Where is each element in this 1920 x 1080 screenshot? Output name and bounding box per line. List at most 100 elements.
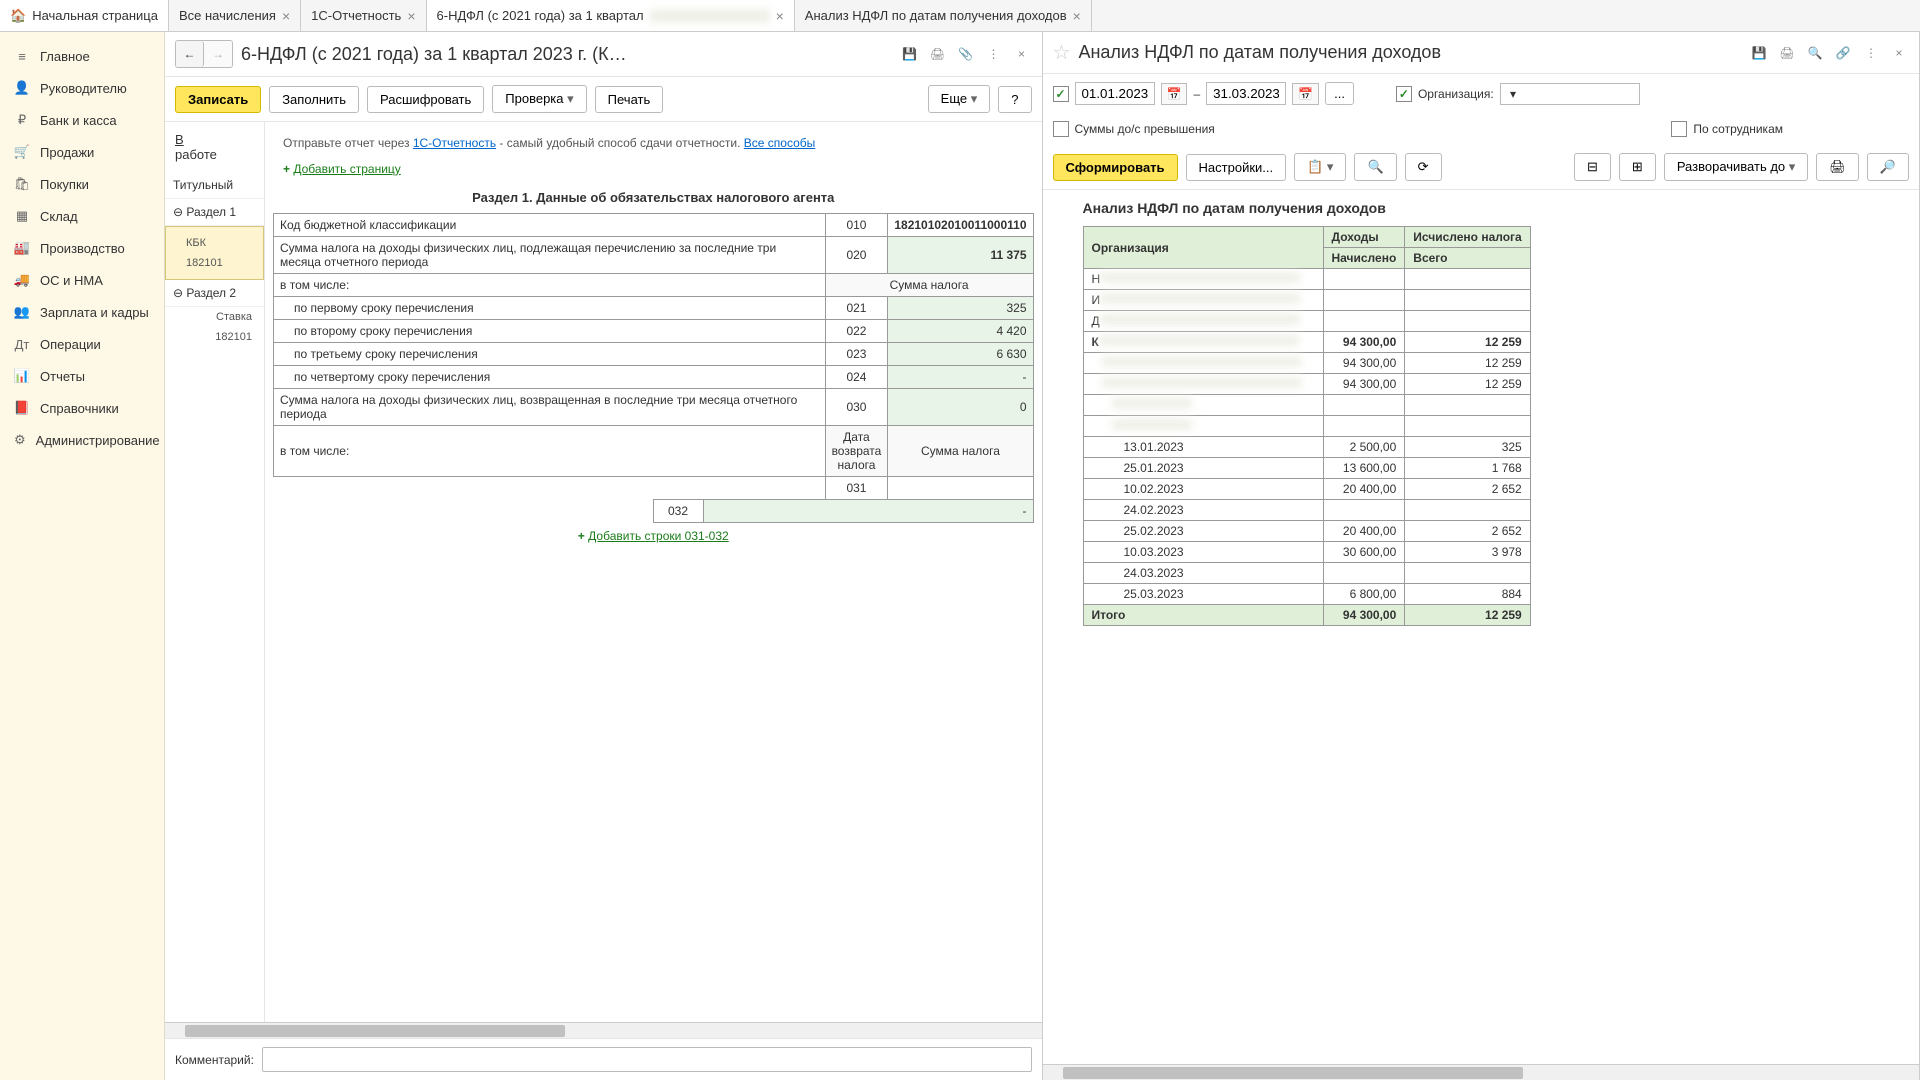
search-icon[interactable]: 🔍 <box>1805 43 1825 63</box>
sidebar-item-assets[interactable]: 🚚ОС и НМА <box>0 264 164 296</box>
tab-reporting[interactable]: 1С-Отчетность × <box>301 0 426 31</box>
col-accrued: Начислено <box>1323 248 1405 269</box>
cell-code: 030 <box>825 389 888 426</box>
more-button[interactable]: Еще <box>928 85 991 113</box>
tab-title-page[interactable]: Титульный <box>165 172 264 199</box>
tab-section1[interactable]: ⊖ Раздел 1 <box>165 199 264 226</box>
sidebar-item-reports[interactable]: 📊Отчеты <box>0 360 164 392</box>
sidebar-label: ОС и НМА <box>40 273 103 288</box>
print-button[interactable]: Печать <box>595 86 664 113</box>
print-icon[interactable]: 🖨 <box>928 44 948 64</box>
help-button[interactable]: ? <box>998 86 1031 113</box>
attach-icon[interactable]: 📎 <box>956 44 976 64</box>
checkbox-org[interactable] <box>1396 86 1412 102</box>
nav-back-button[interactable]: ← <box>176 41 204 67</box>
print-button[interactable]: 🖨 <box>1816 153 1859 181</box>
cell-value[interactable]: 18210102010011000110 <box>888 214 1033 237</box>
link-icon[interactable]: 🔗 <box>1833 43 1853 63</box>
sidebar-item-warehouse[interactable]: ▦Склад <box>0 200 164 232</box>
cell-value[interactable]: 11 375 <box>888 237 1033 274</box>
decrypt-button[interactable]: Расшифровать <box>367 86 484 113</box>
preview-button[interactable]: 🔎 <box>1867 153 1909 181</box>
comment-label: Комментарий: <box>175 1053 254 1067</box>
sidebar-item-directories[interactable]: 📕Справочники <box>0 392 164 424</box>
settings-button[interactable]: Настройки... <box>1186 154 1287 181</box>
save-icon[interactable]: 💾 <box>900 44 920 64</box>
write-button[interactable]: Записать <box>175 86 261 113</box>
cell-code: 024 <box>825 366 888 389</box>
fill-button[interactable]: Заполнить <box>269 86 359 113</box>
tab-analysis[interactable]: Анализ НДФЛ по датам получения доходов × <box>795 0 1092 31</box>
tab-section2[interactable]: ⊖ Раздел 2 <box>165 280 264 307</box>
close-icon[interactable]: × <box>407 8 415 24</box>
generate-button[interactable]: Сформировать <box>1053 154 1178 181</box>
cell-value[interactable]: - <box>703 500 1033 523</box>
scrollbar-horizontal[interactable] <box>1043 1064 1920 1080</box>
cell-label: в том числе: <box>274 426 826 477</box>
checkbox-employees[interactable] <box>1671 121 1687 137</box>
more-icon[interactable]: ⋮ <box>1861 43 1881 63</box>
sidebar-label: Производство <box>40 241 125 256</box>
add-rows-link[interactable]: + Добавить строки 031-032 <box>273 523 1034 549</box>
close-icon[interactable]: × <box>1889 43 1909 63</box>
sidebar-item-bank[interactable]: ₽Банк и касса <box>0 104 164 136</box>
link-1c-reporting[interactable]: 1С-Отчетность <box>413 136 496 150</box>
data-table-2: 032- <box>273 499 1034 523</box>
print-icon[interactable]: 🖨 <box>1777 43 1797 63</box>
add-page-link[interactable]: + Добавить страницу <box>273 156 1034 182</box>
check-button[interactable]: Проверка <box>492 85 586 113</box>
close-icon[interactable]: × <box>1073 8 1081 24</box>
tab-label: Все начисления <box>179 8 276 23</box>
cell-value[interactable]: 0 <box>888 389 1033 426</box>
expand-button[interactable]: ⊞ <box>1619 153 1656 181</box>
cell-value[interactable]: 4 420 <box>888 320 1033 343</box>
cell-date: 24.02.2023 <box>1083 500 1323 521</box>
scrollbar-horizontal[interactable] <box>165 1022 1042 1038</box>
sidebar-label: Банк и касса <box>40 113 117 128</box>
period-button[interactable]: ... <box>1325 82 1354 105</box>
link-all-methods[interactable]: Все способы <box>744 136 816 150</box>
tab-home[interactable]: 🏠 Начальная страница <box>0 0 169 31</box>
cell-value[interactable]: 325 <box>888 297 1033 320</box>
expand-to-button[interactable]: Разворачивать до <box>1664 153 1808 181</box>
cell-code[interactable]: 031 <box>825 477 888 500</box>
nav-forward-button[interactable]: → <box>204 41 232 67</box>
cell-value[interactable]: 6 630 <box>888 343 1033 366</box>
tab-accruals[interactable]: Все начисления × <box>169 0 301 31</box>
comment-input[interactable] <box>262 1047 1032 1072</box>
cell-label: по первому сроку перечисления <box>274 297 826 320</box>
checkbox-period[interactable] <box>1053 86 1069 102</box>
sidebar-item-purchases[interactable]: 🛍Покупки <box>0 168 164 200</box>
calendar-icon[interactable]: 📅 <box>1292 83 1319 105</box>
sidebar-item-production[interactable]: 🏭Производство <box>0 232 164 264</box>
cell-code: 020 <box>825 237 888 274</box>
sidebar-item-admin[interactable]: ⚙Администрирование <box>0 424 164 456</box>
find-button[interactable]: 🔍 <box>1354 153 1396 181</box>
save-settings-button[interactable]: 📋 <box>1294 153 1346 181</box>
sidebar-item-operations[interactable]: ДтОперации <box>0 328 164 360</box>
date-to-input[interactable] <box>1206 82 1286 105</box>
collapse-button[interactable]: ⊟ <box>1574 153 1611 181</box>
star-icon[interactable]: ☆ <box>1053 40 1071 65</box>
close-icon[interactable]: × <box>282 8 290 24</box>
sidebar-item-sales[interactable]: 🛒Продажи <box>0 136 164 168</box>
report-table: Организация Доходы Исчислено налога Начи… <box>1083 226 1531 626</box>
org-select[interactable]: ▾ <box>1500 83 1640 105</box>
cell-code: 021 <box>825 297 888 320</box>
cell-code: 032 <box>653 500 703 523</box>
sidebar-item-main[interactable]: ≡Главное <box>0 40 164 72</box>
cell-label: по второму сроку перечисления <box>274 320 826 343</box>
sidebar-item-salary[interactable]: 👥Зарплата и кадры <box>0 296 164 328</box>
more-icon[interactable]: ⋮ <box>984 44 1004 64</box>
tab-section1-kbk[interactable]: КБК 182101 <box>165 226 264 280</box>
calendar-icon[interactable]: 📅 <box>1161 83 1188 105</box>
refresh-button[interactable]: ⟳ <box>1405 153 1442 181</box>
checkbox-sums[interactable] <box>1053 121 1069 137</box>
save-icon[interactable]: 💾 <box>1749 43 1769 63</box>
tab-6ndfl[interactable]: 6-НДФЛ (с 2021 года) за 1 квартал × <box>427 0 795 31</box>
close-icon[interactable]: × <box>776 8 784 24</box>
cell-value[interactable]: - <box>888 366 1033 389</box>
close-icon[interactable]: × <box>1012 44 1032 64</box>
sidebar-item-manager[interactable]: 👤Руководителю <box>0 72 164 104</box>
date-from-input[interactable] <box>1075 82 1155 105</box>
